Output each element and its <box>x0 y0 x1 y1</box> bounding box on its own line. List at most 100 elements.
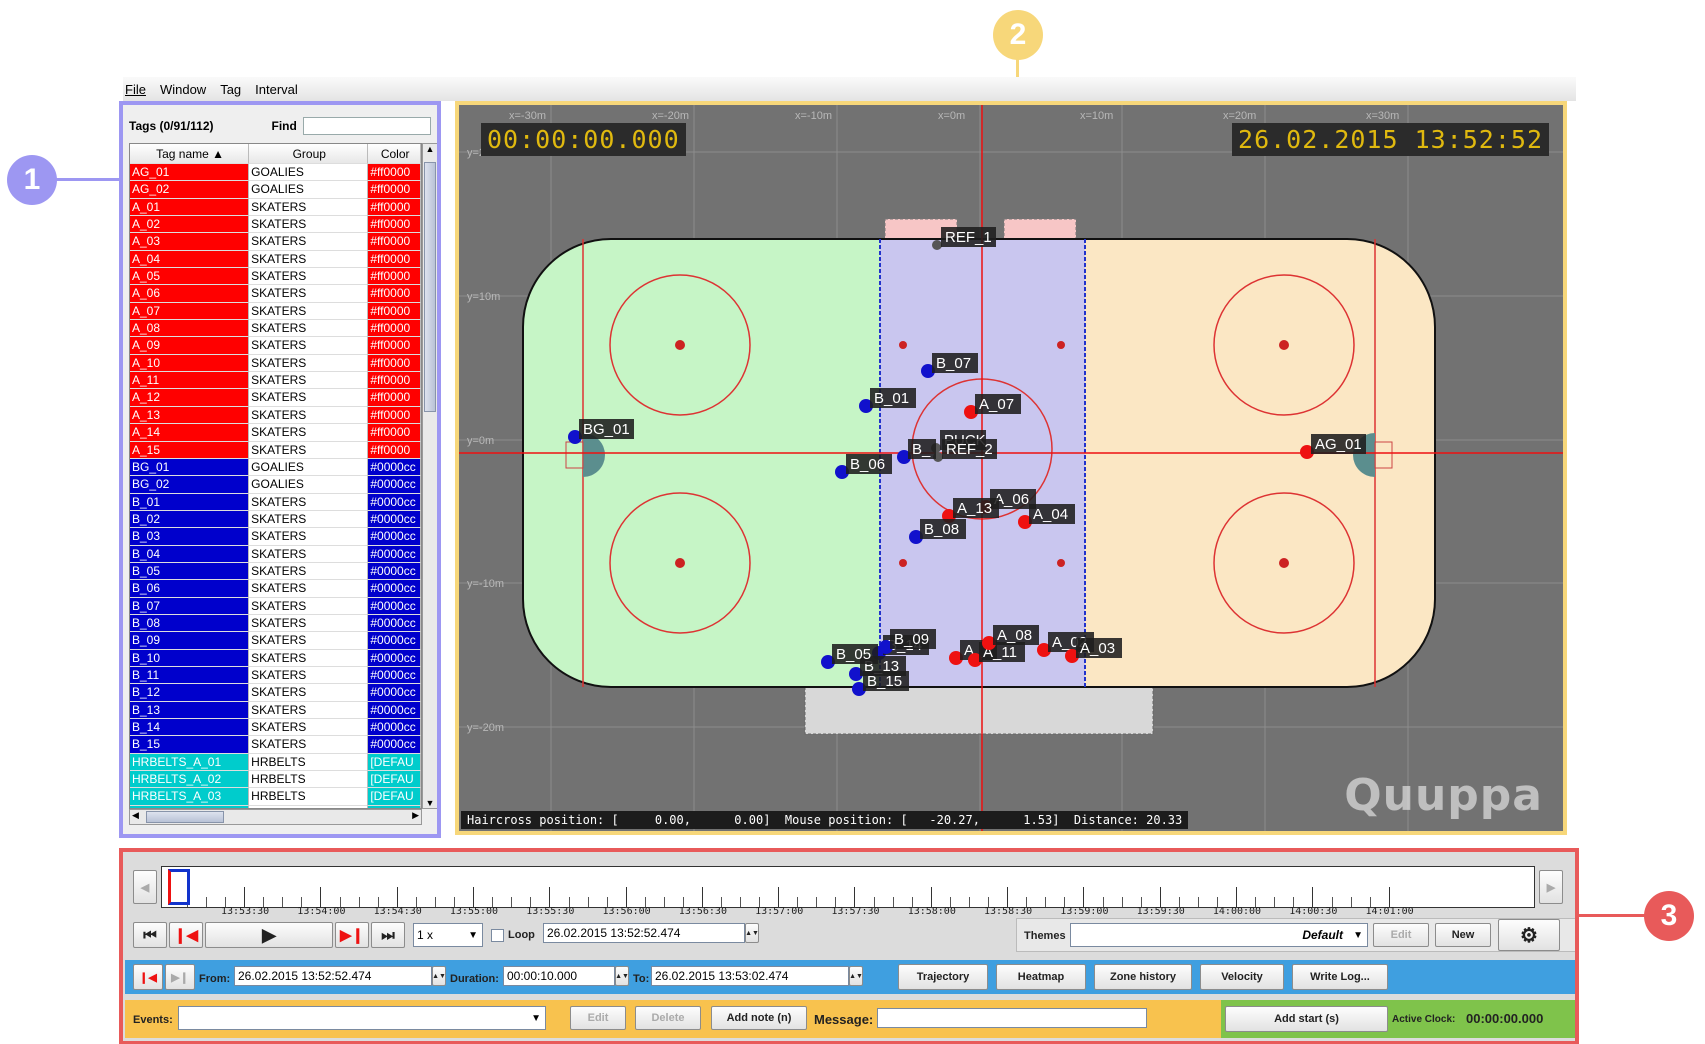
tag-name-cell[interactable]: A_11 <box>130 372 250 390</box>
player-label[interactable]: A_13 <box>957 500 992 517</box>
tag-color-cell[interactable]: #ff0000 <box>368 320 421 338</box>
to-spinner[interactable]: ▲▼ <box>849 966 863 986</box>
table-row[interactable]: A_15 SKATERS #ff0000 <box>130 441 421 459</box>
table-row[interactable]: A_01 SKATERS #ff0000 <box>130 198 421 217</box>
tag-color-cell[interactable]: [DEFAU <box>368 753 421 772</box>
tag-color-cell[interactable]: #0000cc <box>368 476 421 494</box>
play-button[interactable]: ▶ <box>205 922 333 948</box>
menu-interval[interactable]: Interval <box>255 82 298 97</box>
tag-name-cell[interactable]: A_02 <box>130 216 250 234</box>
table-row[interactable]: B_13 SKATERS #0000cc <box>130 701 421 719</box>
player-label[interactable]: A_04 <box>1033 506 1068 523</box>
tag-name-cell[interactable]: A_13 <box>130 406 250 425</box>
loop-checkbox[interactable] <box>491 929 504 942</box>
table-row[interactable]: B_01 SKATERS #0000cc <box>130 493 421 511</box>
skip-to-start-button[interactable]: ⏮ <box>133 922 167 948</box>
table-row[interactable]: AG_02 GOALIES #ff0000 <box>130 181 421 199</box>
tags-horizontal-scrollbar[interactable]: ◀ ▶ <box>129 809 422 825</box>
tag-name-cell[interactable]: B_03 <box>130 528 250 546</box>
player-label[interactable]: B_ <box>912 441 931 458</box>
player-label[interactable]: AG_01 <box>1315 436 1362 453</box>
tag-name-cell[interactable]: B_01 <box>130 493 250 511</box>
tag-color-cell[interactable]: [DEFAU <box>368 788 421 806</box>
event-edit-button[interactable]: Edit <box>570 1006 626 1030</box>
tag-color-cell[interactable]: #0000cc <box>368 701 421 719</box>
tag-name-cell[interactable]: A_14 <box>130 424 250 442</box>
timeline-right-button[interactable]: ▶ <box>1539 870 1563 904</box>
theme-new-button[interactable]: New <box>1435 923 1491 947</box>
table-row[interactable]: A_06 SKATERS #ff0000 <box>130 285 421 303</box>
tag-color-cell[interactable]: #ff0000 <box>368 354 421 373</box>
table-row[interactable]: B_14 SKATERS #0000cc <box>130 719 421 737</box>
player-label[interactable]: A_07 <box>979 396 1014 413</box>
tag-name-cell[interactable]: A_15 <box>130 441 250 459</box>
table-row[interactable]: A_09 SKATERS #ff0000 <box>130 337 421 355</box>
table-row[interactable]: BG_02 GOALIES #0000cc <box>130 476 421 494</box>
tag-color-cell[interactable]: #0000cc <box>368 684 421 702</box>
tag-name-cell[interactable]: A_09 <box>130 337 250 355</box>
tag-name-cell[interactable]: HRBELTS_A_02 <box>130 771 250 789</box>
table-row[interactable]: B_03 SKATERS #0000cc <box>130 528 421 546</box>
tag-name-cell[interactable]: A_05 <box>130 268 250 286</box>
rink-view[interactable]: x=-30mx=-20mx=-10mx=0mx=10mx=20mx=30my=2… <box>459 105 1563 831</box>
player-label[interactable]: A_08 <box>997 627 1032 644</box>
table-row[interactable]: A_11 SKATERS #ff0000 <box>130 372 421 390</box>
tag-color-cell[interactable]: #ff0000 <box>368 406 421 425</box>
tag-color-cell[interactable]: #ff0000 <box>368 233 421 251</box>
tag-name-cell[interactable]: A_01 <box>130 198 250 217</box>
timeline-cursor[interactable] <box>168 869 190 905</box>
table-row[interactable]: B_12 SKATERS #0000cc <box>130 684 421 702</box>
from-field[interactable]: 26.02.2015 13:52:52.474 <box>234 966 432 986</box>
tag-color-cell[interactable]: #0000cc <box>368 632 421 650</box>
tag-color-cell[interactable]: #ff0000 <box>368 441 421 459</box>
tag-name-cell[interactable]: B_06 <box>130 580 250 598</box>
menu-tag[interactable]: Tag <box>220 82 241 97</box>
tag-name-cell[interactable]: A_04 <box>130 250 250 269</box>
table-row[interactable]: AG_01 GOALIES #ff0000 <box>130 164 421 182</box>
table-row[interactable]: A_08 SKATERS #ff0000 <box>130 320 421 338</box>
table-row[interactable]: A_10 SKATERS #ff0000 <box>130 354 421 373</box>
tag-color-cell[interactable]: #ff0000 <box>368 181 421 199</box>
duration-field[interactable]: 00:00:10.000 <box>503 966 615 986</box>
tag-name-cell[interactable]: A_12 <box>130 389 250 407</box>
to-field[interactable]: 26.02.2015 13:53:02.474 <box>651 966 849 986</box>
message-field[interactable] <box>877 1008 1147 1028</box>
heatmap-button[interactable]: Heatmap <box>996 964 1086 990</box>
speed-select[interactable]: 1 x ▼ <box>413 923 483 947</box>
tag-name-cell[interactable]: BG_02 <box>130 476 250 494</box>
theme-select[interactable]: Default ▼ <box>1070 923 1368 947</box>
events-select[interactable]: ▼ <box>178 1006 546 1030</box>
player-label[interactable]: REF_1 <box>945 229 992 246</box>
tag-color-cell[interactable]: #0000cc <box>368 493 421 511</box>
tag-name-cell[interactable]: B_15 <box>130 736 250 754</box>
player-label[interactable]: B_15 <box>867 673 902 690</box>
tag-color-cell[interactable]: #0000cc <box>368 719 421 737</box>
from-spinner[interactable]: ▲▼ <box>432 966 446 986</box>
tag-name-cell[interactable]: A_06 <box>130 285 250 303</box>
timeline-left-button[interactable]: ◀ <box>133 870 157 904</box>
scroll-thumb[interactable] <box>424 162 436 412</box>
tag-color-cell[interactable]: #0000cc <box>368 510 421 529</box>
player-label[interactable]: A_06 <box>994 491 1029 508</box>
tag-color-cell[interactable]: #ff0000 <box>368 164 421 182</box>
rink-map-panel[interactable]: x=-30mx=-20mx=-10mx=0mx=10mx=20mx=30my=2… <box>455 101 1567 835</box>
player-label[interactable]: REF_2 <box>946 441 993 458</box>
tag-name-cell[interactable]: B_09 <box>130 632 250 650</box>
tag-color-cell[interactable]: #ff0000 <box>368 424 421 442</box>
h-scroll-thumb[interactable] <box>146 811 224 823</box>
tag-color-cell[interactable]: #ff0000 <box>368 337 421 355</box>
duration-spinner[interactable]: ▲▼ <box>615 966 629 986</box>
tag-color-cell[interactable]: #0000cc <box>368 597 421 615</box>
tag-name-cell[interactable]: A_07 <box>130 302 250 321</box>
table-row[interactable]: B_10 SKATERS #0000cc <box>130 649 421 667</box>
tag-color-cell[interactable]: #0000cc <box>368 736 421 754</box>
zone-history-button[interactable]: Zone history <box>1094 964 1192 990</box>
table-row[interactable]: B_05 SKATERS #0000cc <box>130 562 421 581</box>
table-row[interactable]: B_11 SKATERS #0000cc <box>130 666 421 685</box>
tag-color-cell[interactable]: #ff0000 <box>368 302 421 321</box>
tag-name-cell[interactable]: B_05 <box>130 562 250 581</box>
theme-edit-button[interactable]: Edit <box>1373 923 1429 947</box>
tag-color-cell[interactable]: #ff0000 <box>368 250 421 269</box>
table-row[interactable]: A_07 SKATERS #ff0000 <box>130 302 421 321</box>
tag-name-cell[interactable]: B_13 <box>130 701 250 719</box>
